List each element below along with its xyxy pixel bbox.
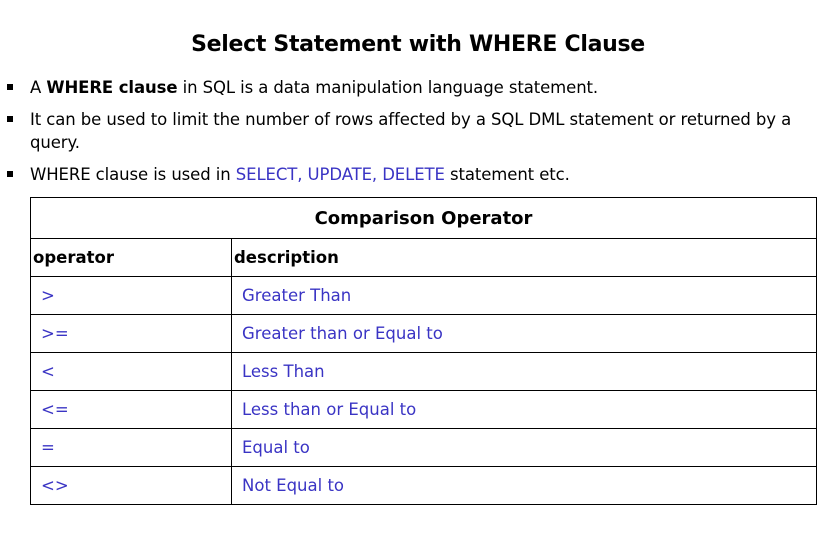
table-header-row: operator description <box>30 238 817 277</box>
description-cell: Less Than <box>231 352 817 391</box>
table-caption-row: Comparison Operator <box>30 197 817 239</box>
bullet-item-used-in: WHERE clause is used in SELECT, UPDATE, … <box>0 163 828 186</box>
bullet-text-suffix: statement etc. <box>444 165 570 184</box>
bullet-item-limit-rows: It can be used to limit the number of ro… <box>0 108 828 154</box>
operator-cell: < <box>30 352 232 391</box>
operator-cell: = <box>30 428 232 467</box>
operator-cell: >= <box>30 314 232 353</box>
square-bullet-icon <box>7 116 13 122</box>
column-header-description: description <box>231 238 817 277</box>
table-row: <> Not Equal to <box>30 466 817 505</box>
table-row: > Greater Than <box>30 276 817 315</box>
bullet-list: A WHERE clause in SQL is a data manipula… <box>0 76 828 195</box>
bullet-text-prefix: A <box>30 78 47 97</box>
description-cell: Less than or Equal to <box>231 390 817 429</box>
square-bullet-icon <box>7 171 13 177</box>
description-cell: Equal to <box>231 428 817 467</box>
square-bullet-icon <box>7 84 13 90</box>
table-row: <= Less than or Equal to <box>30 390 817 429</box>
description-cell: Not Equal to <box>231 466 817 505</box>
table-row: = Equal to <box>30 428 817 467</box>
operator-cell: > <box>30 276 232 315</box>
table-row: < Less Than <box>30 352 817 391</box>
slide-title: Select Statement with WHERE Clause <box>191 32 645 57</box>
bullet-text-bold: WHERE clause <box>46 78 178 97</box>
table-row: >= Greater than or Equal to <box>30 314 817 353</box>
description-cell: Greater Than <box>231 276 817 315</box>
bullet-text-highlight: SELECT, UPDATE, DELETE <box>235 165 445 184</box>
bullet-item-where-clause: A WHERE clause in SQL is a data manipula… <box>0 76 828 99</box>
table-caption: Comparison Operator <box>30 197 817 239</box>
bullet-text-prefix: WHERE clause is used in <box>30 165 236 184</box>
operator-cell: <= <box>30 390 232 429</box>
bullet-text: It can be used to limit the number of ro… <box>30 110 792 152</box>
description-cell: Greater than or Equal to <box>231 314 817 353</box>
operator-cell: <> <box>30 466 232 505</box>
column-header-operator: operator <box>30 238 232 277</box>
comparison-operator-table: Comparison Operator operator description… <box>30 197 817 505</box>
bullet-text-suffix: in SQL is a data manipulation language s… <box>177 78 599 97</box>
